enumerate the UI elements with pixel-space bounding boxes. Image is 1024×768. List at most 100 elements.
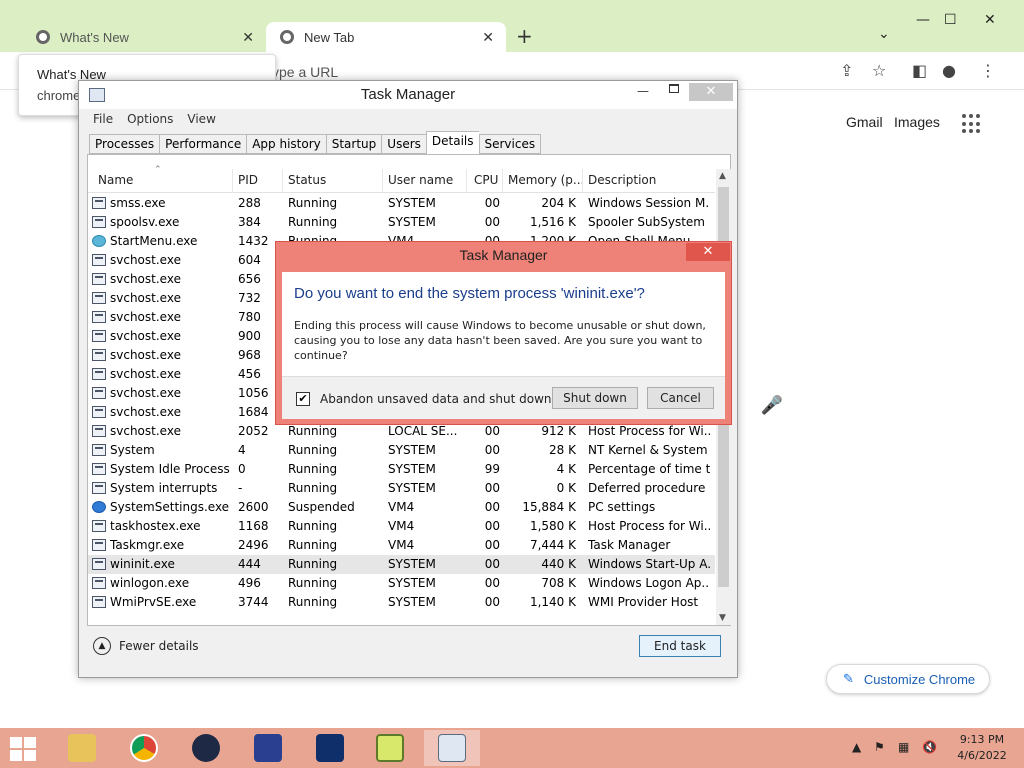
start-button[interactable] — [10, 737, 38, 761]
volume-muted-icon[interactable]: 🔇 — [922, 740, 937, 754]
side-panel-icon[interactable]: ◧ — [912, 61, 927, 80]
google-apps-icon[interactable] — [962, 114, 982, 134]
menu-file[interactable]: File — [93, 112, 113, 126]
fewer-details-label: Fewer details — [119, 639, 199, 653]
window-icon — [92, 292, 106, 304]
system-clock[interactable]: 9:13 PM 4/6/2022 — [952, 732, 1012, 764]
tab-whats-new[interactable]: What's New ✕ — [22, 22, 266, 52]
network-tool-icon[interactable] — [240, 730, 296, 766]
column-status[interactable]: Status — [288, 173, 326, 187]
scroll-up-icon[interactable]: ▲ — [719, 171, 726, 181]
menu-view[interactable]: View — [187, 112, 215, 126]
file-explorer-icon[interactable] — [54, 730, 110, 766]
table-row[interactable]: SystemSettings.exe 2600 Suspended VM4 00 15,8… — [88, 498, 715, 517]
table-row[interactable]: smss.exe 288 Running SYSTEM 00 204 K Windows S… — [88, 194, 715, 213]
column-cpu[interactable]: CPU — [474, 173, 498, 187]
cell-pid: 900 — [238, 329, 261, 343]
column-description[interactable]: Description — [588, 173, 656, 187]
tab-details[interactable]: Details — [425, 131, 479, 154]
share-icon[interactable]: ⇪ — [840, 61, 853, 80]
tab-processes[interactable]: Processes — [89, 134, 160, 154]
cell-desc: Windows Logon Ap... — [588, 576, 710, 590]
cell-mem: 0 K — [556, 481, 576, 495]
cell-status: Running — [288, 481, 338, 495]
task-manager-icon[interactable] — [424, 730, 480, 766]
tab-search-icon[interactable]: ⌄ — [878, 26, 890, 42]
close-icon[interactable]: ✕ — [984, 12, 996, 28]
title-bar[interactable]: Task Manager — ✕ — [79, 81, 737, 109]
cell-pid: - — [238, 481, 243, 495]
table-row[interactable]: wininit.exe 444 Running SYSTEM 00 440 K Window… — [88, 555, 715, 574]
window-icon — [92, 387, 106, 399]
checkbox-label[interactable]: Abandon unsaved data and shut down. — [320, 392, 555, 406]
wmi-icon — [92, 596, 106, 608]
table-row[interactable]: WmiPrvSE.exe 3744 Running SYSTEM 00 1,140 K WM… — [88, 593, 715, 612]
maximize-icon[interactable]: ☐ — [944, 12, 957, 28]
action-center-flag-icon[interactable]: ⚑ — [874, 740, 885, 754]
network-icon[interactable]: ▦ — [898, 740, 909, 754]
close-button[interactable]: ✕ — [689, 83, 733, 101]
cell-status: Running — [288, 557, 338, 571]
column-name[interactable]: Name — [98, 173, 133, 187]
column-user-name[interactable]: User name — [388, 173, 453, 187]
menu-bar: File Options View — [93, 112, 216, 126]
table-row[interactable]: System 4 Running SYSTEM 00 28 K NT Kernel & Sy… — [88, 441, 715, 460]
abandon-data-checkbox[interactable]: ✔ — [296, 392, 310, 406]
column-memory[interactable]: Memory (p... — [508, 173, 584, 187]
new-tab-button[interactable]: + — [516, 24, 533, 48]
table-row[interactable]: Taskmgr.exe 2496 Running VM4 00 7,444 K Task M… — [88, 536, 715, 555]
images-link[interactable]: Images — [894, 114, 940, 130]
dialog-message: Ending this process will cause Windows t… — [294, 319, 706, 362]
shield-app-icon[interactable] — [302, 730, 358, 766]
fewer-details-toggle[interactable]: ▲ Fewer details — [93, 637, 199, 655]
cell-name: System — [110, 443, 155, 457]
table-row[interactable]: spoolsv.exe 384 Running SYSTEM 00 1,516 K Spoo… — [88, 213, 715, 232]
window-icon — [92, 349, 106, 361]
tab-performance[interactable]: Performance — [159, 134, 247, 154]
table-row[interactable]: taskhostex.exe 1168 Running VM4 00 1,580 K Hos… — [88, 517, 715, 536]
menu-kebab-icon[interactable]: ⋮ — [980, 61, 996, 80]
tab-new-tab[interactable]: New Tab ✕ — [266, 22, 506, 52]
close-tab-icon[interactable]: ✕ — [242, 29, 254, 46]
show-hidden-icons-icon[interactable]: ▲ — [852, 740, 861, 754]
microphone-icon[interactable]: 🎤 — [752, 386, 792, 426]
omnibox-input[interactable]: ype a URL — [272, 64, 338, 80]
cell-user: SYSTEM — [388, 443, 436, 457]
gear-icon — [92, 501, 106, 513]
tab-startup[interactable]: Startup — [325, 134, 382, 154]
cell-name: svchost.exe — [110, 424, 181, 438]
cell-user: SYSTEM — [388, 462, 436, 476]
tab-users[interactable]: Users — [381, 134, 426, 154]
minimize-icon[interactable]: — — [637, 84, 649, 98]
bookmark-star-icon[interactable]: ☆ — [872, 61, 886, 80]
window-icon — [92, 482, 106, 494]
tab-services[interactable]: Services — [478, 134, 542, 154]
cell-desc: Percentage of time t... — [588, 462, 710, 476]
taskbar: ▲ ⚑ ▦ 🔇 9:13 PM 4/6/2022 — [0, 728, 1024, 768]
chrome-favicon-icon — [280, 30, 294, 44]
shut-down-button[interactable]: Shut down — [552, 387, 638, 409]
gmail-link[interactable]: Gmail — [846, 114, 883, 130]
dialog-close-button[interactable]: ✕ — [686, 243, 730, 261]
maximize-icon[interactable] — [669, 84, 679, 93]
tab-bar: Processes Performance App history Startu… — [89, 131, 542, 154]
cancel-button[interactable]: Cancel — [647, 387, 714, 409]
minimize-icon[interactable]: — — [916, 12, 930, 28]
table-row[interactable]: winlogon.exe 496 Running SYSTEM 00 708 K Windo… — [88, 574, 715, 593]
ccleaner-icon[interactable] — [178, 730, 234, 766]
end-task-button[interactable]: End task — [639, 635, 721, 657]
notepad-app-icon[interactable] — [362, 730, 418, 766]
column-pid[interactable]: PID — [238, 173, 258, 187]
table-row[interactable]: System Idle Process 0 Running SYSTEM 99 4 K Pe… — [88, 460, 715, 479]
menu-options[interactable]: Options — [127, 112, 173, 126]
cell-status: Suspended — [288, 500, 355, 514]
table-row[interactable]: System interrupts - Running SYSTEM 00 0 K Defe… — [88, 479, 715, 498]
taskmgr-icon — [92, 539, 106, 551]
scroll-down-icon[interactable]: ▼ — [719, 613, 726, 623]
tab-app-history[interactable]: App history — [246, 134, 326, 154]
customize-chrome-button[interactable]: ✎ Customize Chrome — [826, 664, 990, 694]
profile-avatar-icon[interactable]: ● — [942, 61, 956, 80]
chrome-icon[interactable] — [116, 730, 172, 766]
window-icon — [92, 197, 106, 209]
close-tab-icon[interactable]: ✕ — [482, 29, 494, 46]
